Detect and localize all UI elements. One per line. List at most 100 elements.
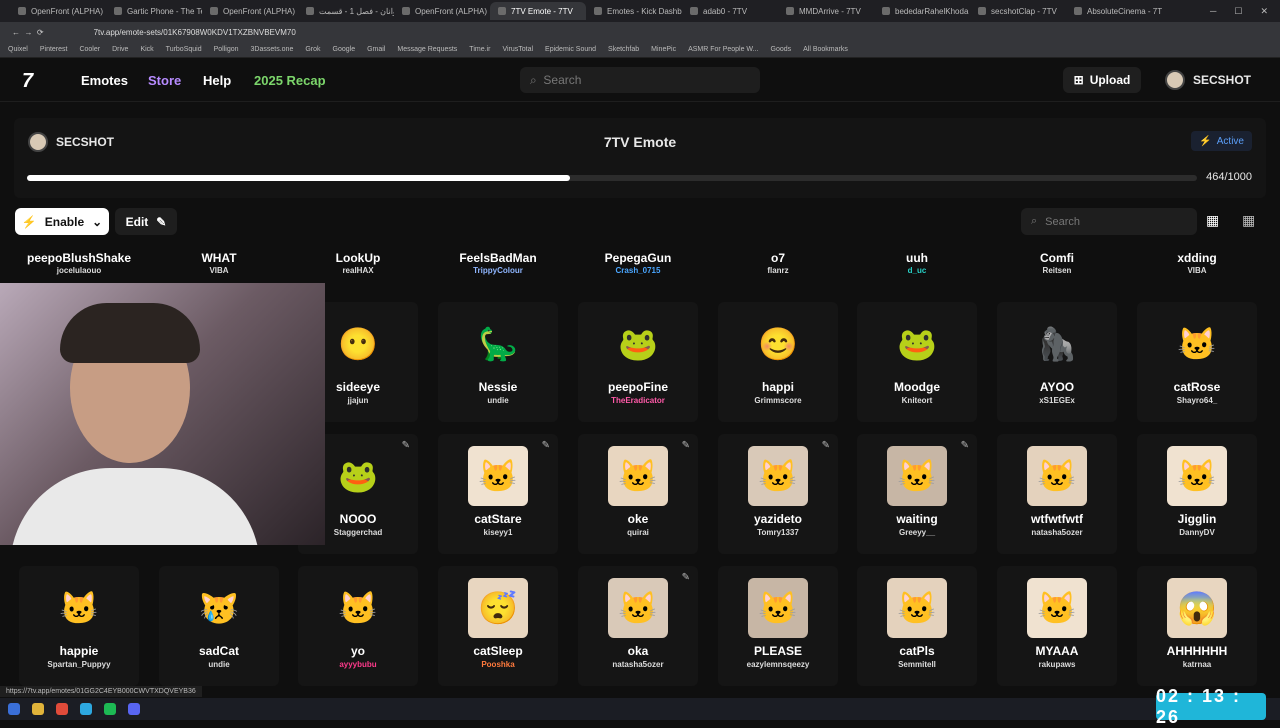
- address-bar[interactable]: ← → ⟳ 7tv.app/emote-sets/01K67908W0KDV1T…: [0, 22, 1280, 42]
- emote-author[interactable]: TrippyColour: [438, 266, 558, 275]
- bookmark-item[interactable]: Message Requests: [397, 46, 457, 53]
- emote-author[interactable]: Grimmscore: [718, 396, 838, 405]
- bookmark-item[interactable]: 3Dassets.one: [251, 46, 294, 53]
- reload-icon[interactable]: ⟳: [37, 28, 44, 37]
- browser-tab[interactable]: OpenFront (ALPHA): [394, 2, 490, 20]
- enable-button[interactable]: ⚡ Enable ⌄: [15, 208, 109, 235]
- emote-card[interactable]: 🐱 catPls Semmitell: [857, 566, 977, 686]
- emote-card[interactable]: Comfi Reitsen: [997, 248, 1117, 280]
- edit-emote-icon[interactable]: ✎: [402, 440, 410, 451]
- emote-author[interactable]: jocelulaouo: [19, 266, 139, 275]
- emote-card[interactable]: PepegaGun Crash_0715: [578, 248, 698, 280]
- emote-card[interactable]: peepoBlushShake jocelulaouo: [19, 248, 139, 280]
- bookmark-item[interactable]: Kick: [140, 46, 153, 53]
- bookmark-item[interactable]: MinePic: [651, 46, 676, 53]
- emote-author[interactable]: katrnaa: [1137, 660, 1257, 669]
- emote-author[interactable]: Greeyy__: [857, 528, 977, 537]
- emote-card[interactable]: 😊 happi Grimmscore: [718, 302, 838, 422]
- emote-author[interactable]: Shayro64_: [1137, 396, 1257, 405]
- browser-tab[interactable]: OpenFront (ALPHA): [10, 2, 106, 20]
- bookmark-item[interactable]: All Bookmarks: [803, 46, 848, 53]
- edit-emote-icon[interactable]: ✎: [682, 572, 690, 583]
- emote-card[interactable]: 😴 catSleep Pooshka: [438, 566, 558, 686]
- browser-tab[interactable]: 7TV Emote - 7TV: [490, 2, 586, 20]
- emote-card[interactable]: 🦍 AYOO xS1EGEx: [997, 302, 1117, 422]
- bookmark-item[interactable]: ASMR For People W...: [688, 46, 758, 53]
- nav-store[interactable]: Store: [148, 73, 181, 88]
- browser-tab[interactable]: bededarRahelKhoda -: [874, 2, 970, 20]
- bookmark-item[interactable]: Cooler: [79, 46, 100, 53]
- bookmark-item[interactable]: Grok: [305, 46, 320, 53]
- emote-card[interactable]: 🐸 Moodge Kniteort: [857, 302, 977, 422]
- 7tv-logo[interactable]: 7: [22, 70, 33, 93]
- emote-search-input[interactable]: ⌕ Search: [1021, 208, 1197, 235]
- emote-card[interactable]: 🐱 PLEASE eazylemnsqeezy: [718, 566, 838, 686]
- emote-author[interactable]: natasha5ozer: [578, 660, 698, 669]
- nav-recap[interactable]: 2025 Recap: [254, 73, 326, 88]
- upload-button[interactable]: ⊞ Upload: [1063, 67, 1141, 93]
- emote-author[interactable]: d_uc: [857, 266, 977, 275]
- bookmark-item[interactable]: Time.ir: [469, 46, 490, 53]
- emote-card[interactable]: xdding VIBA: [1137, 248, 1257, 280]
- chrome-icon[interactable]: [56, 703, 68, 715]
- discord-icon[interactable]: [128, 703, 140, 715]
- emote-card[interactable]: 🐱 catRose Shayro64_: [1137, 302, 1257, 422]
- bookmark-item[interactable]: Gmail: [367, 46, 385, 53]
- emote-author[interactable]: undie: [438, 396, 558, 405]
- small-grid-view-icon[interactable]: ▦: [1242, 212, 1255, 229]
- emote-card[interactable]: 🐱 wtfwtfwtf natasha5ozer: [997, 434, 1117, 554]
- bookmark-item[interactable]: Epidemic Sound: [545, 46, 596, 53]
- emote-author[interactable]: DannyDV: [1137, 528, 1257, 537]
- file-explorer-icon[interactable]: [32, 703, 44, 715]
- bookmark-item[interactable]: TurboSquid: [166, 46, 202, 53]
- bookmark-item[interactable]: Quixel: [8, 46, 28, 53]
- emote-author[interactable]: undie: [159, 660, 279, 669]
- emote-author[interactable]: natasha5ozer: [997, 528, 1117, 537]
- emote-author[interactable]: flanrz: [718, 266, 838, 275]
- emote-author[interactable]: Reitsen: [997, 266, 1117, 275]
- window-controls[interactable]: ─ ☐ ✕: [1210, 6, 1280, 17]
- emote-card[interactable]: LookUp realHAX: [298, 248, 418, 280]
- bookmark-item[interactable]: Google: [333, 46, 356, 53]
- bookmark-item[interactable]: VirusTotal: [502, 46, 533, 53]
- edit-emote-icon[interactable]: ✎: [682, 440, 690, 451]
- edit-emote-icon[interactable]: ✎: [542, 440, 550, 451]
- user-menu[interactable]: SECSHOT: [1165, 70, 1251, 90]
- emote-card[interactable]: 🐱 ✎ catStare kiseyy1: [438, 434, 558, 554]
- emote-card[interactable]: 🐱 MYAAA rakupaws: [997, 566, 1117, 686]
- bookmark-item[interactable]: Goods: [771, 46, 792, 53]
- browser-tab[interactable]: secshotClap - 7TV: [970, 2, 1066, 20]
- edit-emote-icon[interactable]: ✎: [822, 440, 830, 451]
- emote-card[interactable]: FeelsBadMan TrippyColour: [438, 248, 558, 280]
- emote-card[interactable]: 🐱 Jigglin DannyDV: [1137, 434, 1257, 554]
- bookmark-item[interactable]: Sketchfab: [608, 46, 639, 53]
- nav-emotes[interactable]: Emotes: [81, 73, 128, 88]
- bookmark-item[interactable]: Pinterest: [40, 46, 68, 53]
- emote-card[interactable]: WHAT VIBA: [159, 248, 279, 280]
- forward-icon[interactable]: →: [24, 28, 32, 37]
- emote-card[interactable]: 🐱 ✎ yazideto Tomry1337: [718, 434, 838, 554]
- emote-card[interactable]: 🐱 yo ayyybubu: [298, 566, 418, 686]
- telegram-icon[interactable]: [80, 703, 92, 715]
- edit-button[interactable]: Edit ✎: [115, 208, 177, 235]
- emote-author[interactable]: eazylemnsqeezy: [718, 660, 838, 669]
- windows-start-icon[interactable]: [8, 703, 20, 715]
- emote-card[interactable]: 🐱 ✎ oke quirai: [578, 434, 698, 554]
- edit-emote-icon[interactable]: ✎: [961, 440, 969, 451]
- browser-tab[interactable]: Gartic Phone - The Tel: [106, 2, 202, 20]
- emote-author[interactable]: Kniteort: [857, 396, 977, 405]
- bookmark-item[interactable]: Polligon: [214, 46, 239, 53]
- emote-author[interactable]: kiseyy1: [438, 528, 558, 537]
- emote-card[interactable]: 🐱 ✎ oka natasha5ozer: [578, 566, 698, 686]
- emote-author[interactable]: quirai: [578, 528, 698, 537]
- nav-help[interactable]: Help: [203, 73, 231, 88]
- back-icon[interactable]: ←: [12, 28, 20, 37]
- emote-card[interactable]: 🦕 Nessie undie: [438, 302, 558, 422]
- emote-author[interactable]: TheEradicator: [578, 396, 698, 405]
- emote-author[interactable]: Crash_0715: [578, 266, 698, 275]
- browser-tab[interactable]: MMDArrive - 7TV: [778, 2, 874, 20]
- browser-tab[interactable]: Emotes - Kick Dashbo: [586, 2, 682, 20]
- emote-author[interactable]: realHAX: [298, 266, 418, 275]
- emote-author[interactable]: xS1EGEx: [997, 396, 1117, 405]
- emote-card[interactable]: 😿 sadCat undie: [159, 566, 279, 686]
